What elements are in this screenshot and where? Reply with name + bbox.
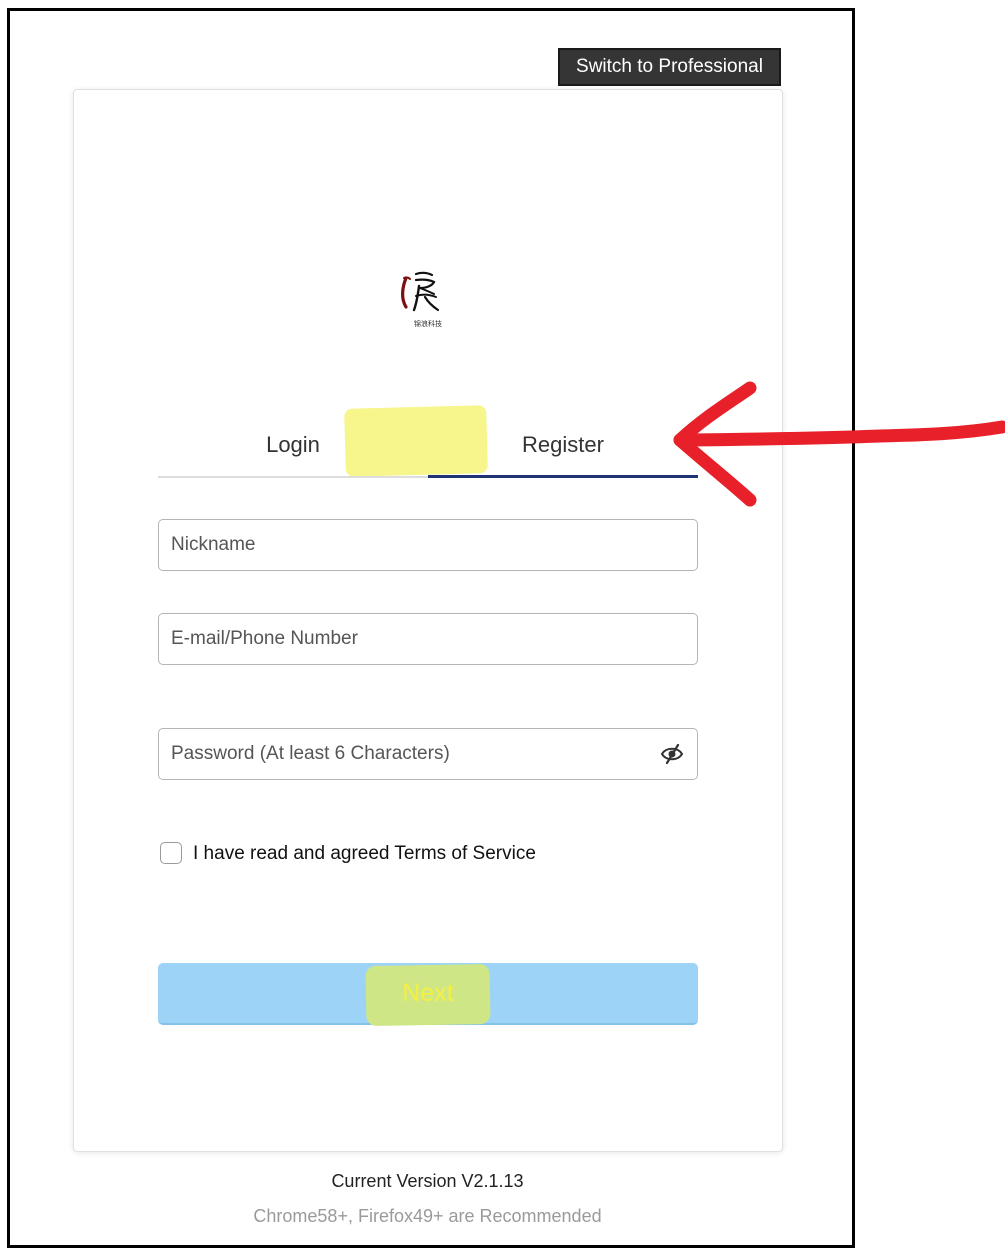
next-button[interactable]: Next — [158, 963, 698, 1027]
version-text: Current Version V2.1.13 — [331, 1171, 524, 1191]
password-placeholder: Password (At least 6 Characters) — [171, 743, 450, 764]
switch-to-professional-button[interactable]: Switch to Professional — [558, 48, 781, 86]
logo-caption: 锦浪科技 — [414, 319, 442, 328]
tab-active-indicator — [428, 475, 698, 478]
browser-recommendation: Chrome58+, Firefox49+ are Recommended — [253, 1206, 602, 1226]
tab-register[interactable]: Register — [428, 412, 698, 476]
red-arrow-annotation — [673, 381, 1005, 507]
password-field[interactable]: Password (At least 6 Characters) — [158, 728, 698, 780]
next-button-label: Next — [402, 979, 454, 1007]
email-phone-field[interactable]: E-mail/Phone Number — [158, 613, 698, 665]
company-logo: 锦浪科技 — [401, 271, 442, 328]
eye-slash-icon[interactable] — [659, 742, 685, 766]
terms-label[interactable]: I have read and agreed Terms of Service — [193, 842, 536, 866]
nickname-field[interactable]: Nickname — [158, 519, 698, 571]
email-placeholder: E-mail/Phone Number — [171, 628, 358, 649]
auth-tabs: Login Register — [158, 412, 698, 478]
terms-checkbox[interactable] — [160, 842, 182, 864]
nickname-placeholder: Nickname — [171, 534, 256, 555]
tab-login[interactable]: Login — [158, 412, 428, 476]
